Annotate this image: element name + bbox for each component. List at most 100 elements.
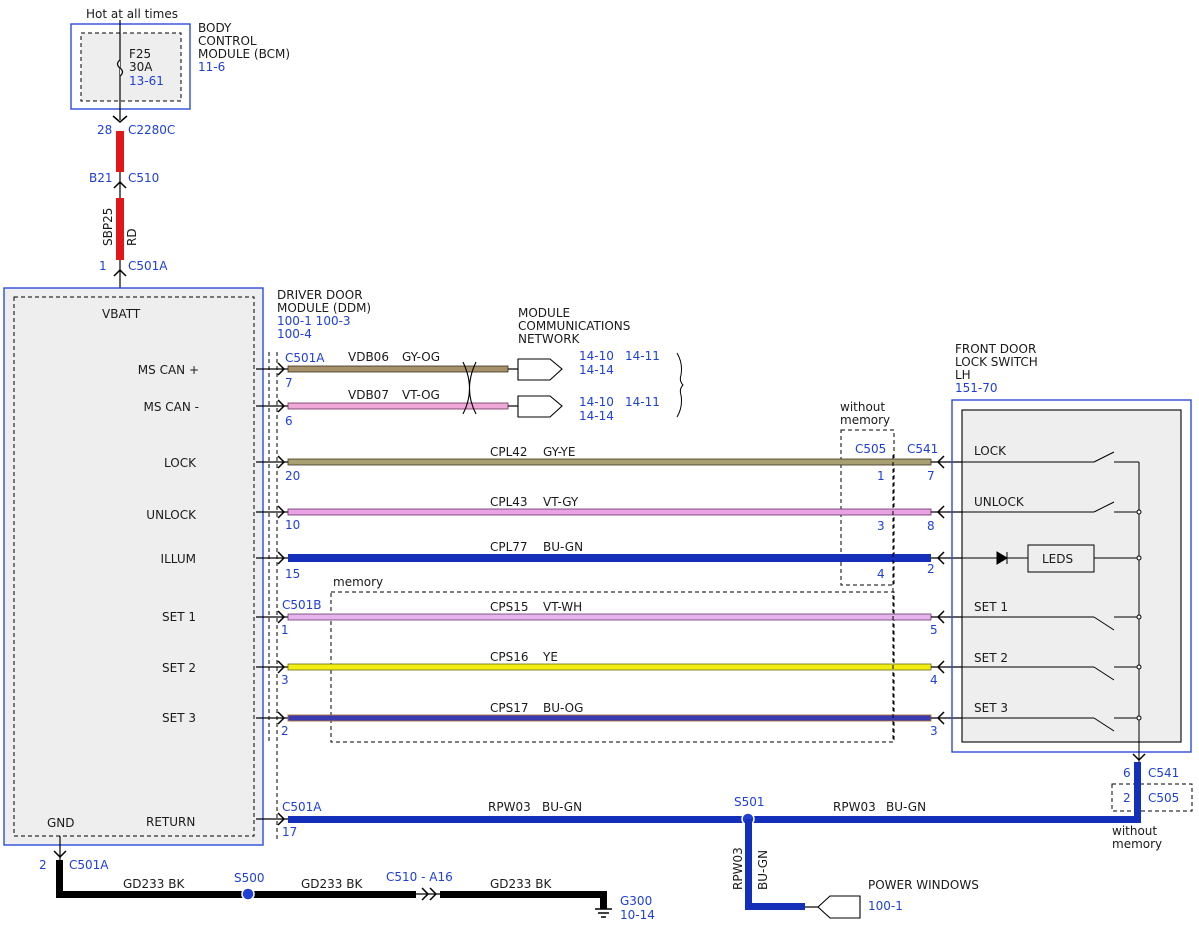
ground-symbol-icon — [595, 908, 612, 918]
switch-bottom-pin: 6 — [1123, 766, 1131, 780]
ddm-ref-line-2[interactable]: 100-4 — [277, 327, 312, 341]
illum-color: BU-GN — [543, 540, 583, 554]
unlock-wire[interactable] — [287, 508, 932, 516]
ddm-terminal-set1: SET 1 — [162, 610, 196, 624]
set3-wire[interactable] — [287, 714, 932, 722]
ddm-terminal-ms-can-minus: MS CAN - — [144, 400, 200, 414]
s500-label[interactable]: S500 — [234, 871, 265, 885]
ground-wire-left[interactable] — [56, 891, 416, 898]
power-windows-connector-shape[interactable] — [817, 895, 861, 919]
lock-color: GY-YE — [543, 445, 575, 459]
bcm-ref[interactable]: 11-6 — [198, 60, 225, 74]
set1-circuit: CPS15 — [490, 600, 529, 614]
switch-lock-label: LOCK — [974, 444, 1007, 458]
ddm-inner-box — [13, 296, 255, 837]
return-color-right: BU-GN — [886, 800, 926, 814]
set1-wire[interactable] — [287, 613, 932, 621]
unlock-pin: 10 — [285, 518, 300, 532]
switch-ref[interactable]: 151-70 — [955, 381, 998, 395]
feed-wire-color: RD — [125, 228, 139, 246]
set2-c541-pin: 4 — [930, 673, 938, 687]
return-connector[interactable]: C501A — [282, 800, 322, 814]
switch-without-memory-line-2: memory — [1112, 837, 1162, 851]
switch-bottom-connector[interactable]: C541 — [1148, 766, 1179, 780]
lock-wire[interactable] — [287, 458, 932, 466]
switch-set3-label: SET 3 — [974, 701, 1008, 715]
network-can-minus-ref-3[interactable]: 14-14 — [579, 409, 614, 423]
red-wire-segment-2[interactable] — [116, 198, 124, 260]
c2280c-label[interactable]: C2280C — [128, 123, 175, 137]
can-plus-wire[interactable] — [287, 365, 509, 373]
set1-c541-pin: 5 — [930, 623, 938, 637]
switch-c505-label[interactable]: C505 — [1148, 791, 1179, 805]
ground-wire-right[interactable] — [440, 891, 607, 898]
power-windows-circuit: RPW03 — [731, 847, 745, 890]
illum-c541-pin: 2 — [927, 562, 935, 576]
set2-color: YE — [542, 650, 558, 664]
power-windows-color: BU-GN — [756, 850, 770, 890]
network-can-plus-ref-3[interactable]: 14-14 — [579, 363, 614, 377]
c541-label[interactable]: C541 — [907, 442, 938, 456]
power-windows-wire-right[interactable] — [745, 903, 805, 910]
set2-pin: 3 — [281, 673, 289, 687]
switch-without-memory-line-1: without — [1112, 824, 1157, 838]
ground-ref[interactable]: 10-14 — [620, 908, 655, 922]
network-brace — [676, 352, 684, 418]
can-plus-color: GY-OG — [402, 350, 440, 364]
return-circuit-right: RPW03 — [833, 800, 876, 814]
set3-circuit: CPS17 — [490, 701, 529, 715]
ddm-name-line-2: MODULE (DDM) — [277, 301, 371, 315]
ground-point[interactable]: G300 — [620, 894, 652, 908]
illum-wire[interactable] — [288, 554, 931, 562]
can-minus-wire[interactable] — [287, 402, 509, 410]
s500-splice[interactable] — [241, 887, 255, 901]
red-wire-segment-1[interactable] — [116, 131, 124, 172]
power-windows-ref[interactable]: 100-1 — [868, 899, 903, 913]
set2-circuit: CPS16 — [490, 650, 529, 664]
return-wire-left[interactable] — [288, 816, 1138, 823]
set1-pin: 1 — [281, 623, 289, 637]
lock-pin: 20 — [285, 469, 300, 483]
can-plus-connector[interactable]: C501A — [285, 351, 325, 365]
ddm-terminal-illum: ILLUM — [161, 552, 196, 566]
ground-circuit-3: GD233 BK — [490, 877, 552, 891]
feed-circuit: 28 C2280C B21 C510 SBP25 RD 1 C501A — [89, 115, 175, 298]
feed-circuit-name: SBP25 — [101, 208, 115, 246]
ground-circuit: 2 C501A GD233 BK S500 GD233 BK C510 - A1… — [39, 836, 655, 922]
network-can-minus-connector-shape[interactable] — [517, 395, 563, 418]
network-can-plus-connector-shape[interactable] — [517, 358, 563, 381]
fuse-ref[interactable]: 13-61 — [129, 74, 164, 88]
switch-unlock-label: UNLOCK — [974, 495, 1025, 509]
front-door-lock-switch: FRONT DOOR LOCK SWITCH LH 151-70 LOCK UN… — [951, 342, 1193, 851]
c501a-feed-label[interactable]: C501A — [128, 259, 168, 273]
return-wire-up[interactable] — [1134, 762, 1141, 823]
bcm-name-line-2: CONTROL — [198, 34, 257, 48]
c505-label[interactable]: C505 — [855, 442, 886, 456]
module-communications-network: MODULE COMMUNICATIONS NETWORK 14-10 14-1… — [517, 306, 684, 423]
set2-wire[interactable] — [287, 663, 932, 671]
can-minus-pin: 6 — [285, 414, 293, 428]
ground-connector[interactable]: C501A — [69, 858, 109, 872]
set1-connector[interactable]: C501B — [282, 598, 322, 612]
ddm-terminal-unlock: UNLOCK — [146, 508, 197, 522]
ddm-terminal-vbatt: VBATT — [102, 307, 141, 321]
bcm-name-line-3: MODULE (BCM) — [198, 47, 290, 61]
ground-wire-drop[interactable] — [600, 891, 607, 909]
ground-circuit-2: GD233 BK — [301, 877, 363, 891]
network-can-minus-ref-1[interactable]: 14-10 — [579, 395, 614, 409]
c510-label[interactable]: C510 — [128, 171, 159, 185]
switch-c505-pin: 2 — [1123, 791, 1131, 805]
wiring-diagram: Hot at all times BODY CONTROL MODULE (BC… — [3, 7, 1193, 922]
network-can-plus-ref-2[interactable]: 14-11 — [625, 349, 660, 363]
bcm: Hot at all times BODY CONTROL MODULE (BC… — [70, 7, 290, 120]
network-can-plus-ref-1[interactable]: 14-10 — [579, 349, 614, 363]
ddm-ref-line-1[interactable]: 100-1 100-3 — [277, 314, 351, 328]
network-can-minus-ref-2[interactable]: 14-11 — [625, 395, 660, 409]
power-windows-wire-down[interactable] — [745, 819, 752, 910]
unlock-c505-pin: 3 — [877, 519, 885, 533]
can-minus-color: VT-OG — [402, 388, 440, 402]
can-plus-circuit: VDB06 — [348, 350, 389, 364]
s501-label[interactable]: S501 — [734, 795, 765, 809]
switch-set1-label: SET 1 — [974, 600, 1008, 614]
ground-inline-connector[interactable]: C510 - A16 — [386, 870, 453, 884]
